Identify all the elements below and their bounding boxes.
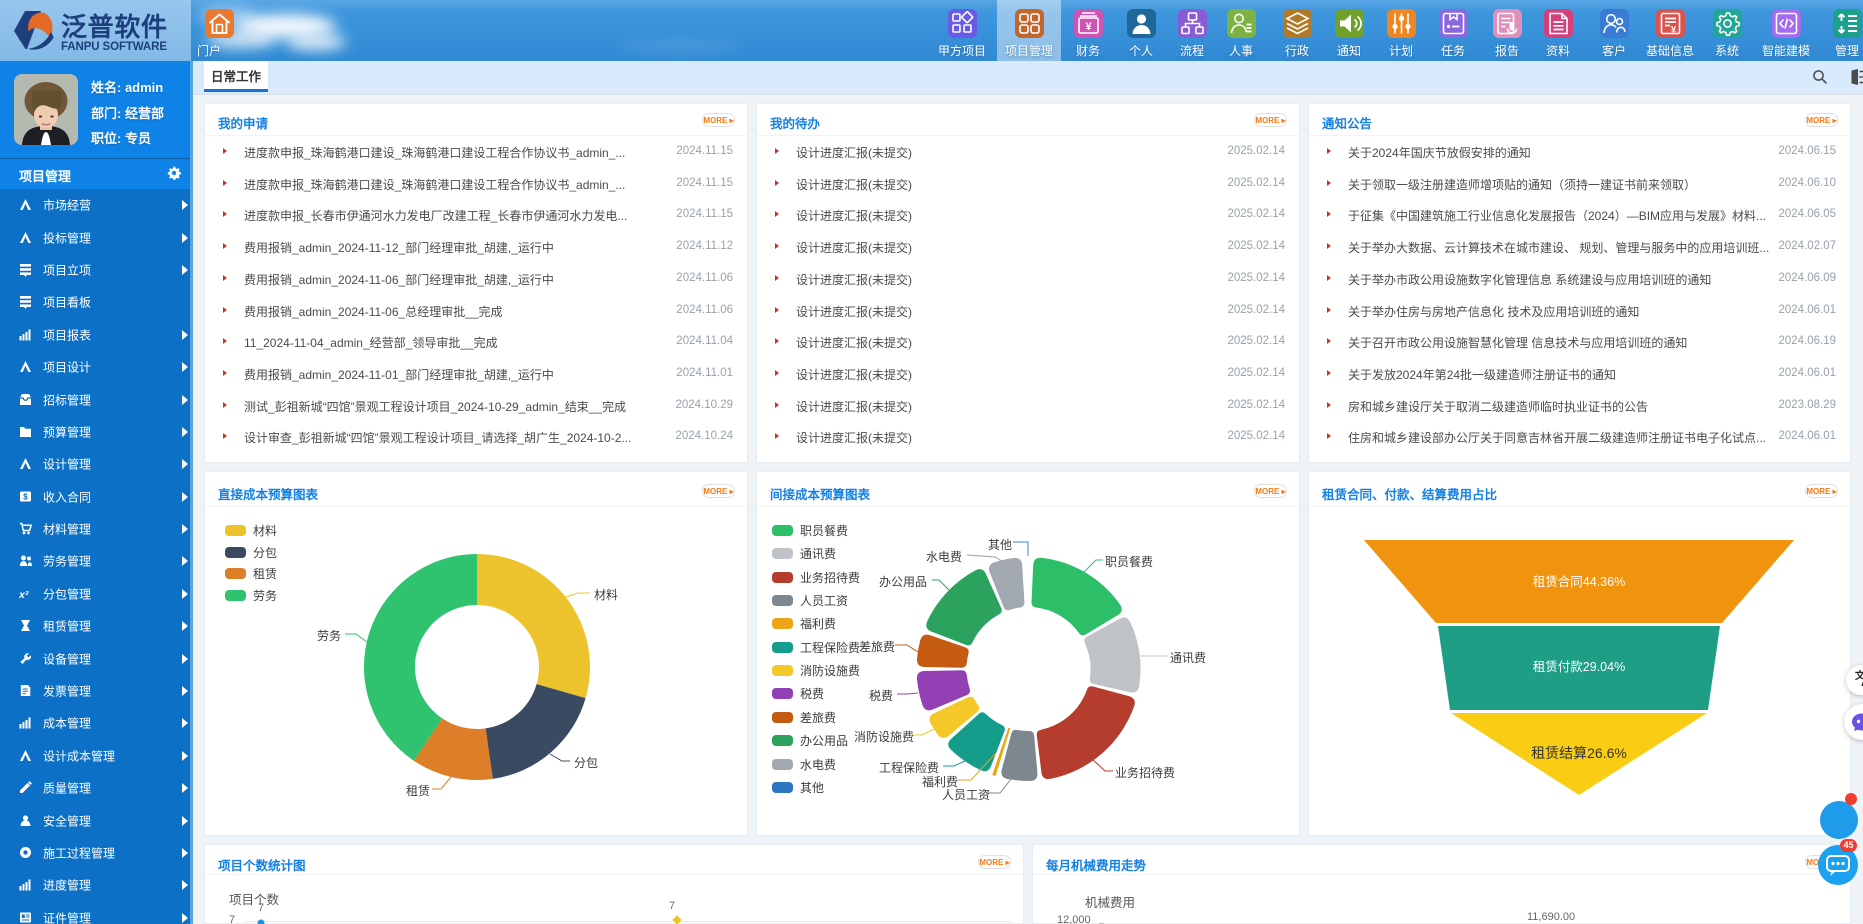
svg-text:租赁结算26.6%: 租赁结算26.6% bbox=[1531, 745, 1627, 761]
svg-text:泛普软件: 泛普软件 bbox=[61, 12, 167, 42]
svg-text:x²: x² bbox=[19, 589, 29, 601]
svg-text:租赁付款29.04%: 租赁付款29.04% bbox=[1533, 660, 1625, 674]
svg-text:¥: ¥ bbox=[1085, 21, 1092, 33]
svg-text:FANPU SOFTWARE: FANPU SOFTWARE bbox=[61, 41, 167, 53]
svg-text:¥: ¥ bbox=[1670, 25, 1676, 36]
svg-text:$: $ bbox=[23, 492, 28, 501]
svg-text:租赁合同44.36%: 租赁合同44.36% bbox=[1533, 574, 1625, 589]
